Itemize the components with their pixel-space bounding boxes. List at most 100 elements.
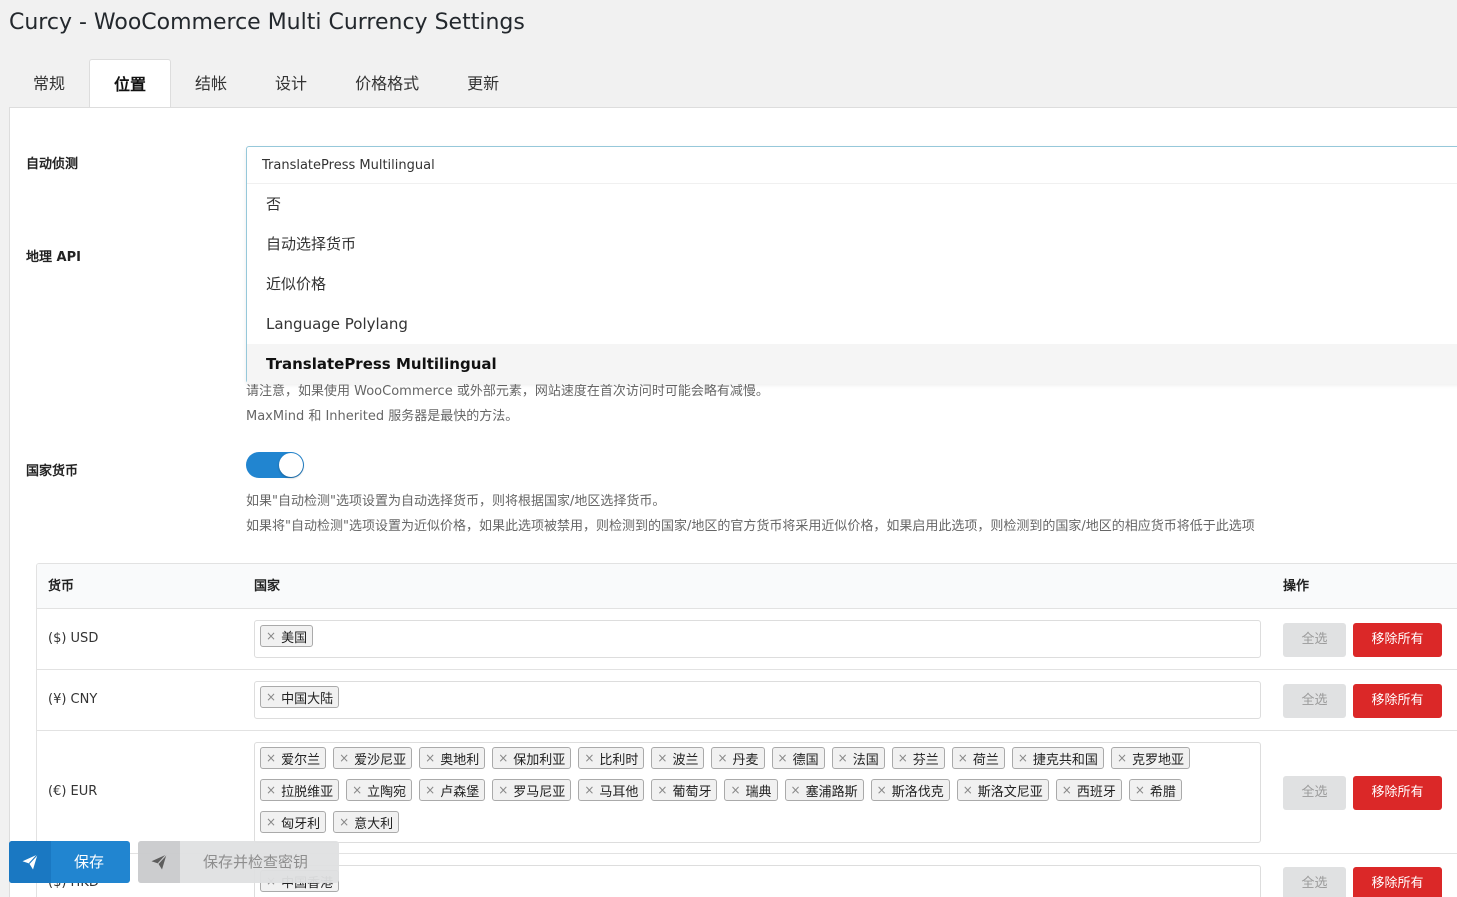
remove-chip-icon[interactable]: × [498,783,508,797]
paper-plane-icon [138,841,180,883]
country-currency-help-1: 如果"自动检测"选项设置为自动选择货币，则将根据国家/地区选择货币。 [246,494,666,509]
country-chip-label: 拉脱维亚 [281,784,334,800]
remove-chip-icon[interactable]: × [584,751,594,765]
remove-chip-icon[interactable]: × [266,690,276,704]
table-row: (€) EUR × 爱尔兰 × 爱沙尼亚 × 奥地利 × 保加利亚 × 比利时 × 波兰 × 丹麦 × 德国 × 法… [37,731,1457,854]
remove-chip-icon[interactable]: × [1062,783,1072,797]
remove-chip-icon[interactable]: × [266,783,276,797]
tab-checkout[interactable]: 结帐 [171,59,251,108]
country-currency-help-2: 如果将"自动检测"选项设置为近似价格，如果此选项被禁用，则检测到的国家/地区的官… [246,519,1255,534]
country-chip-label: 波兰 [672,752,699,768]
country-chip: × 爱沙尼亚 [333,747,413,769]
tab-general[interactable]: 常规 [9,59,89,108]
tab-price-format[interactable]: 价格格式 [331,59,443,108]
currency-label: ($) USD [48,630,99,646]
country-chip-label: 卢森堡 [440,784,480,800]
country-chip: × 丹麦 [711,747,765,769]
remove-chip-icon[interactable]: × [266,815,276,829]
remove-chip-icon[interactable]: × [584,783,594,797]
remove-chip-icon[interactable]: × [266,629,276,643]
country-chip-label: 捷克共和国 [1032,752,1098,768]
remove-chip-icon[interactable]: × [1117,751,1127,765]
country-chip-label: 立陶宛 [367,784,407,800]
country-chip-label: 中国大陆 [281,691,334,707]
remove-chip-icon[interactable]: × [425,783,435,797]
country-chip-label: 西班牙 [1076,784,1116,800]
country-chip-label: 美国 [281,630,308,646]
remove-all-button[interactable]: 移除所有 [1353,622,1442,657]
header-action: 操作 [1283,579,1310,594]
country-currency-toggle[interactable] [246,452,304,478]
remove-chip-icon[interactable]: × [498,751,508,765]
remove-chip-icon[interactable]: × [730,783,740,797]
country-chip-label: 荷兰 [972,752,999,768]
select-all-button[interactable]: 全选 [1283,775,1346,810]
remove-chip-icon[interactable]: × [657,751,667,765]
remove-chip-icon[interactable]: × [717,751,727,765]
country-select-input[interactable]: × 美国 [254,620,1261,658]
remove-all-button[interactable]: 移除所有 [1353,867,1442,897]
tab-update[interactable]: 更新 [443,59,523,108]
country-chip-label: 塞浦路斯 [805,784,858,800]
auto-detect-current-value[interactable]: TranslatePress Multilingual [247,147,1457,184]
country-chip-label: 匈牙利 [281,816,321,832]
country-select-input[interactable]: × 爱尔兰 × 爱沙尼亚 × 奥地利 × 保加利亚 × 比利时 × 波兰 × 丹麦 × 德国 × 法国 × 芬兰 × 荷兰… [254,742,1261,843]
country-chip-label: 瑞典 [745,784,772,800]
settings-tabs: 常规 位置 结帐 设计 价格格式 更新 [9,59,523,109]
remove-chip-icon[interactable]: × [958,751,968,765]
country-chip: × 斯洛文尼亚 [956,779,1049,801]
remove-all-button[interactable]: 移除所有 [1353,775,1442,810]
remove-chip-icon[interactable]: × [425,751,435,765]
remove-chip-icon[interactable]: × [1135,783,1145,797]
country-chip-label: 葡萄牙 [672,784,712,800]
remove-chip-icon[interactable]: × [838,751,848,765]
remove-chip-icon[interactable]: × [339,751,349,765]
remove-chip-icon[interactable]: × [778,751,788,765]
auto-detect-option-polylang[interactable]: Language Polylang [247,304,1457,344]
remove-chip-icon[interactable]: × [898,751,908,765]
country-select-input[interactable]: ×中国香港 [254,865,1261,897]
auto-detect-option-translatepress[interactable]: TranslatePress Multilingual [247,344,1457,384]
auto-detect-option-auto-select[interactable]: 自动选择货币 [247,224,1457,264]
select-all-button[interactable]: 全选 [1283,683,1346,718]
country-chip: × 比利时 [578,747,645,769]
auto-detect-label: 自动侦测 [26,157,79,172]
country-chip-label: 丹麦 [732,752,759,768]
country-chip-label: 斯洛伐克 [891,784,944,800]
country-chip-label: 奥地利 [440,752,480,768]
tab-location[interactable]: 位置 [89,59,172,109]
select-all-button[interactable]: 全选 [1283,622,1346,657]
remove-all-button[interactable]: 移除所有 [1353,683,1442,718]
remove-chip-icon[interactable]: × [266,751,276,765]
remove-chip-icon[interactable]: × [963,783,973,797]
remove-chip-icon[interactable]: × [339,815,349,829]
select-all-button[interactable]: 全选 [1283,867,1346,897]
country-chip: × 匈牙利 [260,811,327,833]
remove-chip-icon[interactable]: × [1018,751,1028,765]
auto-detect-option-no[interactable]: 否 [247,184,1457,224]
country-chip: × 中国大陆 [260,686,340,708]
currency-label: (€) EUR [48,783,98,799]
country-chip-label: 克罗地亚 [1132,752,1185,768]
remove-chip-icon[interactable]: × [877,783,887,797]
country-chip: × 卢森堡 [419,779,486,801]
country-chip: × 奥地利 [419,747,486,769]
country-chip: × 斯洛伐克 [870,779,950,801]
page-title: Curcy - WooCommerce Multi Currency Setti… [9,10,525,35]
save-check-key-button-label: 保存并检查密钥 [203,853,309,871]
tab-design[interactable]: 设计 [251,59,331,108]
country-select-input[interactable]: × 中国大陆 [254,681,1261,719]
header-currency: 货币 [48,579,75,594]
country-chip: × 立陶宛 [346,779,413,801]
save-check-key-button[interactable]: 保存并检查密钥 [138,841,339,883]
auto-detect-option-approximate[interactable]: 近似价格 [247,264,1457,304]
remove-chip-icon[interactable]: × [657,783,667,797]
remove-chip-icon[interactable]: × [791,783,801,797]
remove-chip-icon[interactable]: × [352,783,362,797]
country-chip: × 拉脱维亚 [260,779,340,801]
country-chip: × 克罗地亚 [1110,747,1191,769]
auto-detect-dropdown[interactable]: TranslatePress Multilingual 否 自动选择货币 近似价… [246,146,1457,384]
save-button[interactable]: 保存 [9,841,130,883]
country-chip-label: 斯洛文尼亚 [977,784,1043,800]
country-chip: × 瑞典 [724,779,778,801]
